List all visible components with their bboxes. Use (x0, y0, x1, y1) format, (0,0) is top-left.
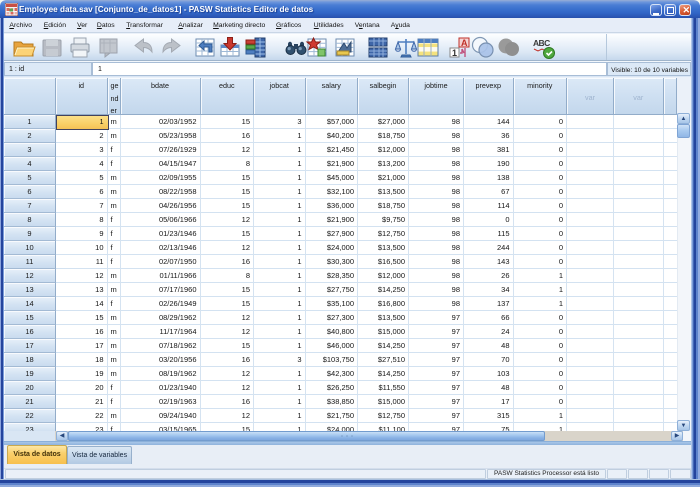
svg-text:A: A (461, 38, 468, 48)
svg-text:ABC: ABC (533, 38, 550, 48)
svg-text:1: 1 (452, 48, 457, 58)
